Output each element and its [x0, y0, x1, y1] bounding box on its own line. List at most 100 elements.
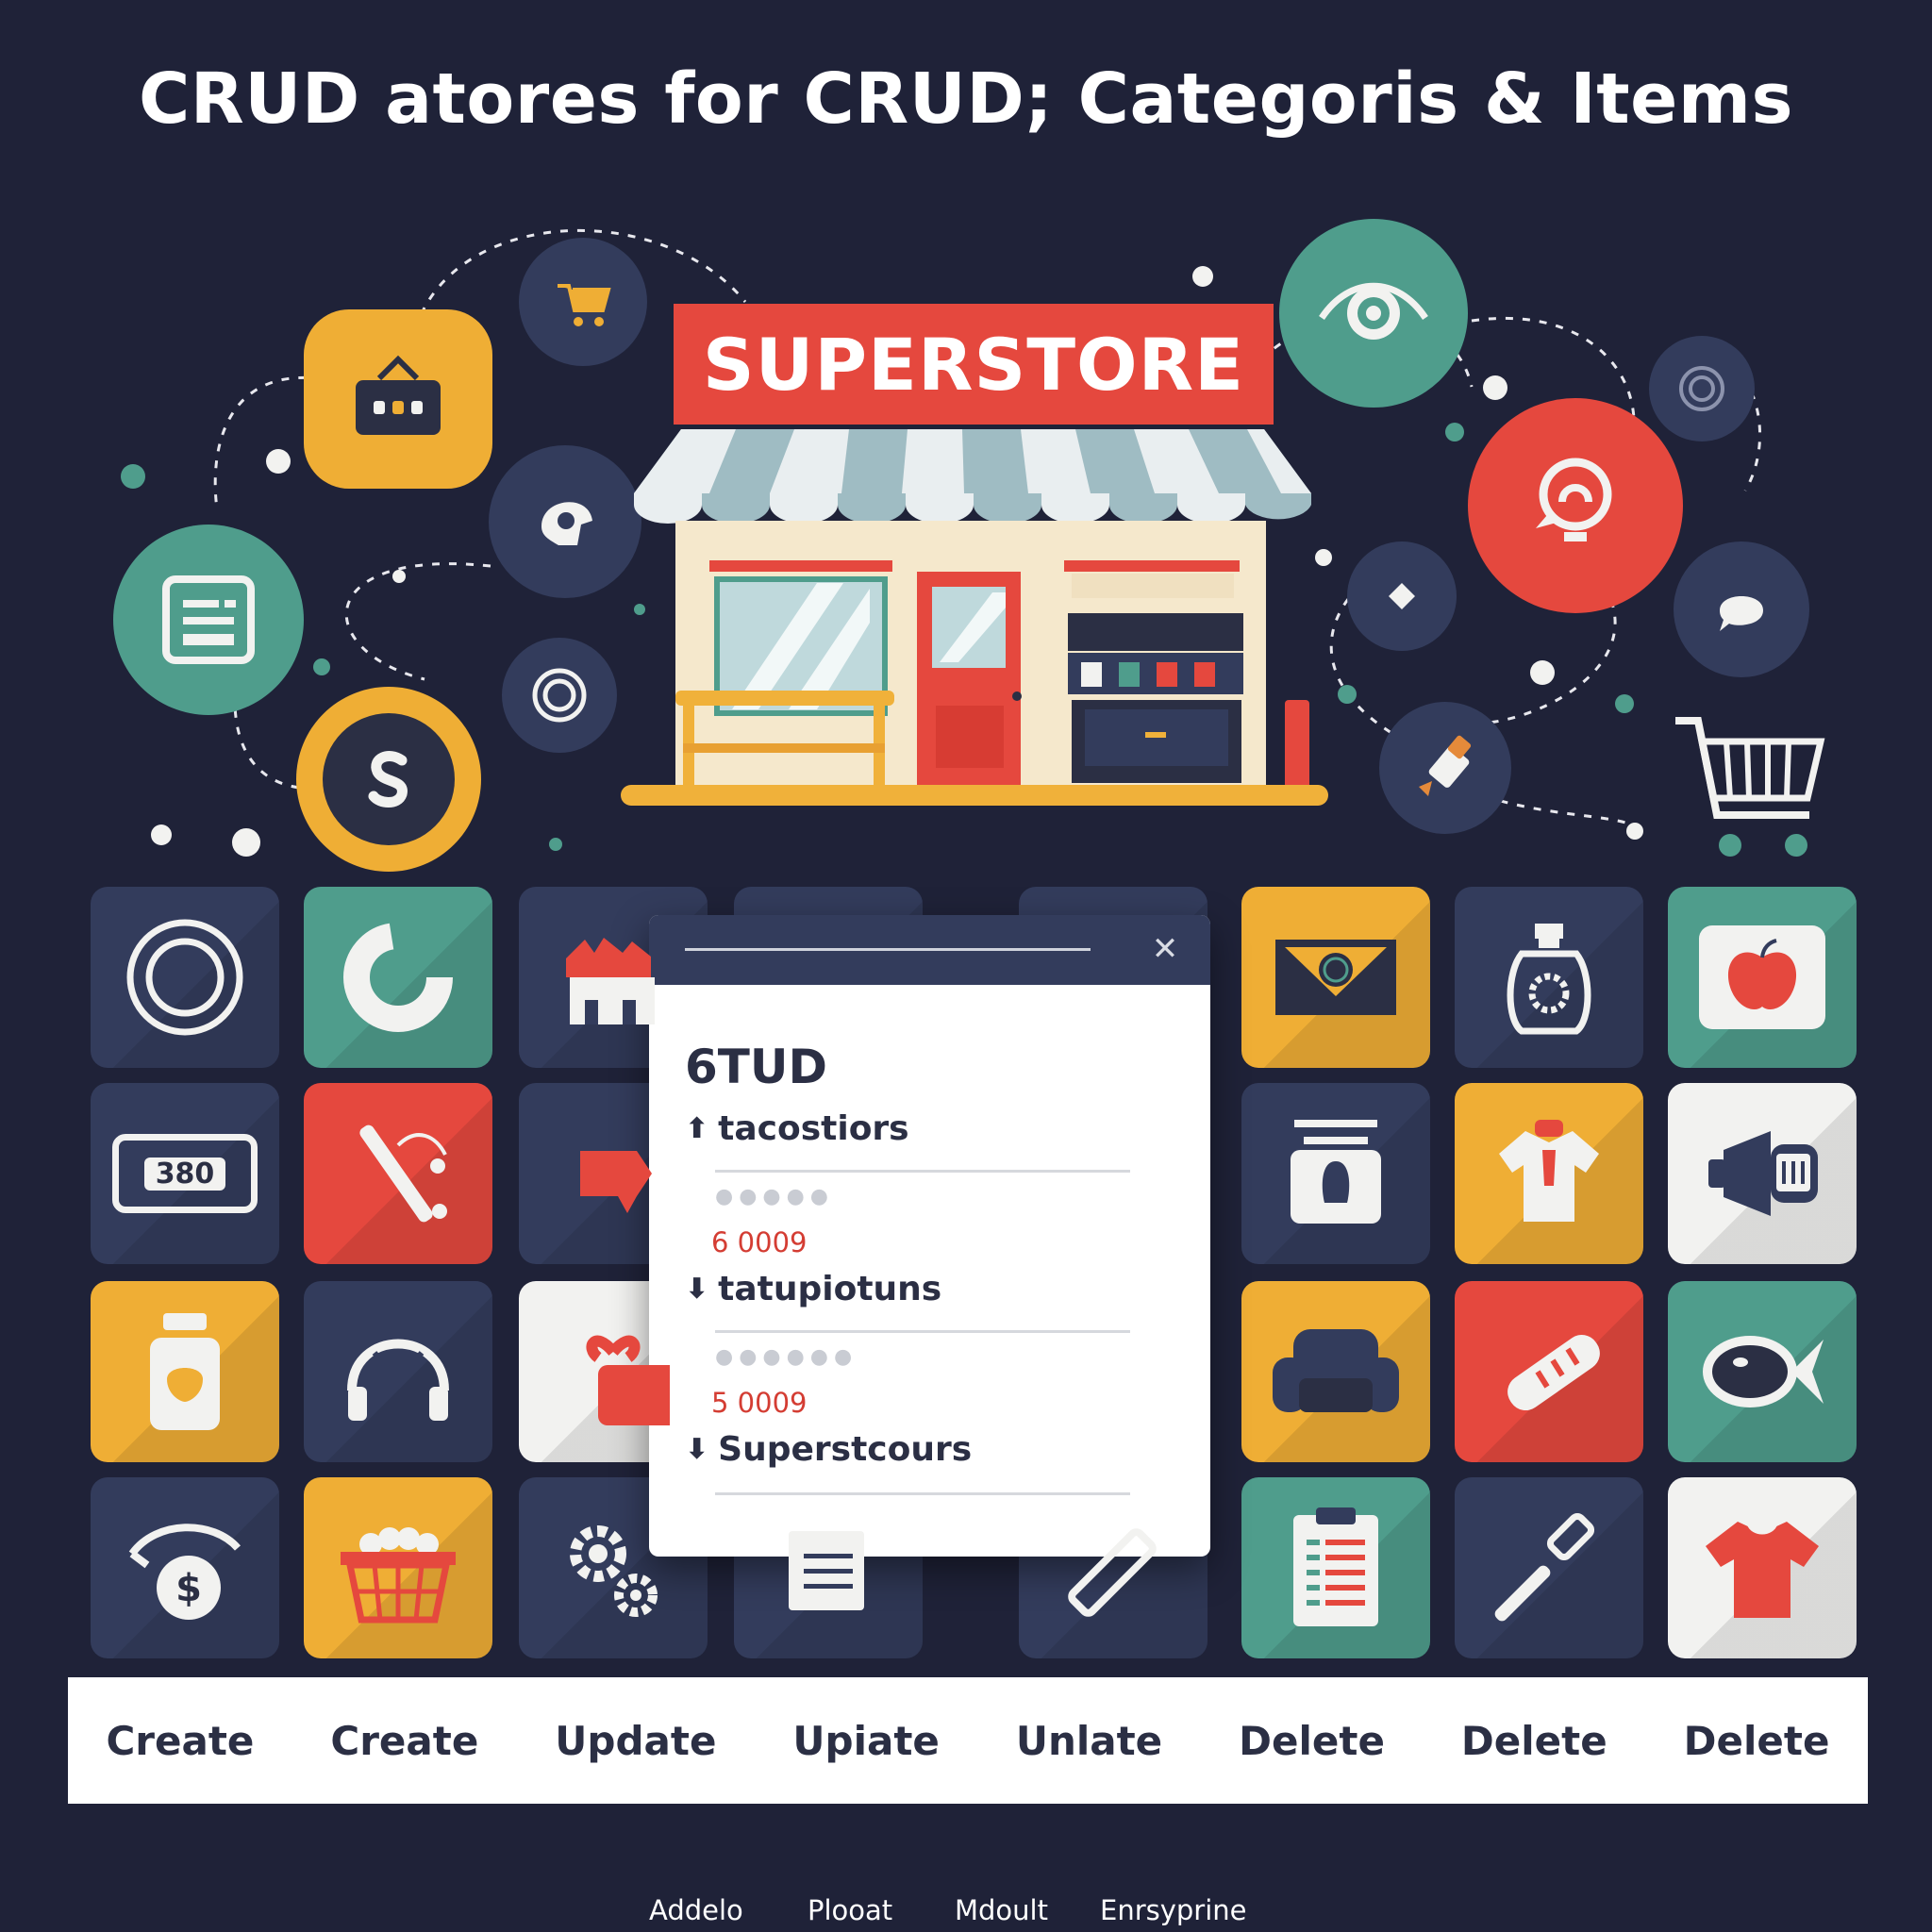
dot	[266, 449, 291, 474]
delete-button[interactable]: Delete	[1667, 1708, 1847, 1774]
tile-jar[interactable]	[91, 1281, 279, 1462]
dialog-header: ✕	[649, 915, 1210, 985]
close-button[interactable]: ✕	[1144, 928, 1186, 970]
tile-megaphone[interactable]	[1668, 1083, 1857, 1264]
dot	[1192, 266, 1213, 287]
tile-shirt[interactable]	[1455, 1083, 1643, 1264]
input-placeholder-dots[interactable]: ●●●●●●	[715, 1345, 858, 1369]
dialog-row[interactable]: ⬇ tatupiotuns	[685, 1270, 941, 1308]
eye-bubble[interactable]	[1279, 219, 1468, 408]
radar-icon	[1679, 366, 1724, 411]
tshirt-icon	[1706, 1522, 1819, 1618]
sofa-icon	[1273, 1329, 1399, 1412]
tile-basket[interactable]	[304, 1477, 492, 1658]
sausage-icon	[1507, 1334, 1600, 1411]
message-icon	[1720, 596, 1763, 631]
dollar-bubble[interactable]	[296, 687, 481, 872]
dialog-row[interactable]: ⬆ tacostiors	[685, 1109, 909, 1148]
tile-donut-chart[interactable]	[304, 887, 492, 1068]
form-bubble[interactable]	[113, 525, 304, 715]
tile-envelope[interactable]	[1241, 887, 1430, 1068]
cart-bubble[interactable]	[519, 238, 647, 366]
update-button[interactable]: Upiate	[775, 1708, 956, 1774]
briefcase-icon	[356, 355, 441, 435]
dialog-row-label: Superstcours	[718, 1430, 973, 1469]
fish-icon	[1703, 1336, 1824, 1407]
dot	[1315, 549, 1332, 566]
house-icon	[566, 938, 655, 1024]
delete-button[interactable]: Delete	[1444, 1708, 1624, 1774]
arrow-down-icon: ⬇	[685, 1273, 709, 1306]
dot	[549, 838, 562, 851]
arrow-down-icon: ⬇	[685, 1433, 709, 1466]
dot	[232, 828, 260, 857]
target-bubble[interactable]	[502, 638, 617, 753]
tile-sofa[interactable]	[1241, 1281, 1430, 1462]
dot	[1445, 423, 1464, 441]
gift-icon	[586, 1335, 670, 1425]
dot	[121, 464, 145, 489]
tools-icon	[1419, 735, 1472, 796]
tile-camera[interactable]	[1241, 1083, 1430, 1264]
price-display-text: 380	[143, 1157, 226, 1191]
divider	[715, 1492, 1130, 1495]
arrow-up-icon: ⬆	[685, 1112, 709, 1145]
dot	[1626, 823, 1643, 840]
tools-bubble[interactable]	[1379, 702, 1511, 834]
create-button[interactable]: Create	[313, 1708, 495, 1774]
footer-link[interactable]: Plooat	[808, 1894, 892, 1926]
support-icon	[1536, 458, 1612, 541]
dot	[1615, 694, 1634, 713]
tile-headphones[interactable]	[304, 1281, 492, 1462]
radar-bubble[interactable]	[1649, 336, 1755, 441]
dialog-row[interactable]: ⬇ Superstcours	[685, 1430, 972, 1469]
delete-button[interactable]: Delete	[1222, 1708, 1402, 1774]
footer-link[interactable]: Mdoult	[955, 1894, 1048, 1926]
eye-icon	[1319, 282, 1428, 340]
dialog-heading: 6TUD	[685, 1040, 828, 1094]
tile-perfume[interactable]	[1455, 887, 1643, 1068]
money-icon: $	[128, 1524, 242, 1620]
update-button[interactable]: Update	[538, 1708, 733, 1774]
donut-chart-icon	[343, 923, 453, 1032]
footer-link[interactable]: Enrsyprine	[1100, 1894, 1247, 1926]
profile-icon	[541, 502, 592, 545]
tile-screwdriver[interactable]	[1455, 1477, 1643, 1658]
gear-icon	[570, 1525, 658, 1617]
tile-tshirt[interactable]	[1668, 1477, 1857, 1658]
tile-price-display[interactable]: 380	[91, 1083, 279, 1264]
tile-sausage[interactable]	[1455, 1281, 1643, 1462]
basket-icon	[341, 1527, 456, 1624]
briefcase-bubble[interactable]	[304, 309, 492, 489]
tile-clipboard[interactable]	[1241, 1477, 1430, 1658]
tile-fish[interactable]	[1668, 1281, 1857, 1462]
chat-bubble[interactable]	[489, 445, 641, 598]
document-icon	[789, 1531, 864, 1610]
diamond-bubble[interactable]	[1347, 541, 1457, 651]
dot	[392, 570, 406, 583]
dot	[1530, 660, 1555, 685]
cart-icon	[558, 284, 611, 326]
dot	[151, 824, 172, 845]
footer-link[interactable]: Addelo	[649, 1894, 743, 1926]
price-value: 5 0009	[711, 1387, 808, 1419]
store-awning	[634, 429, 1311, 524]
update-button[interactable]: Unlate	[999, 1708, 1179, 1774]
message-bubble[interactable]	[1674, 541, 1809, 677]
create-button[interactable]: Create	[89, 1708, 271, 1774]
tile-tools[interactable]	[304, 1083, 492, 1264]
wrench-icon	[359, 1124, 447, 1223]
input-placeholder-dots[interactable]: ●●●●●	[715, 1185, 834, 1208]
store-fire-extinguisher	[1285, 700, 1309, 789]
support-bubble[interactable]	[1468, 398, 1683, 613]
close-icon: ✕	[1151, 930, 1179, 968]
store-sign: SUPERSTORE	[674, 304, 1274, 425]
price-value: 6 0009	[711, 1226, 808, 1258]
dialog-row-label: tatupiotuns	[718, 1270, 942, 1308]
dot	[313, 658, 330, 675]
tile-apple[interactable]	[1668, 887, 1857, 1068]
tile-money[interactable]: $	[91, 1477, 279, 1658]
apple-icon	[1699, 925, 1825, 1029]
tile-target[interactable]	[91, 887, 279, 1068]
megaphone-icon	[1708, 1131, 1818, 1216]
